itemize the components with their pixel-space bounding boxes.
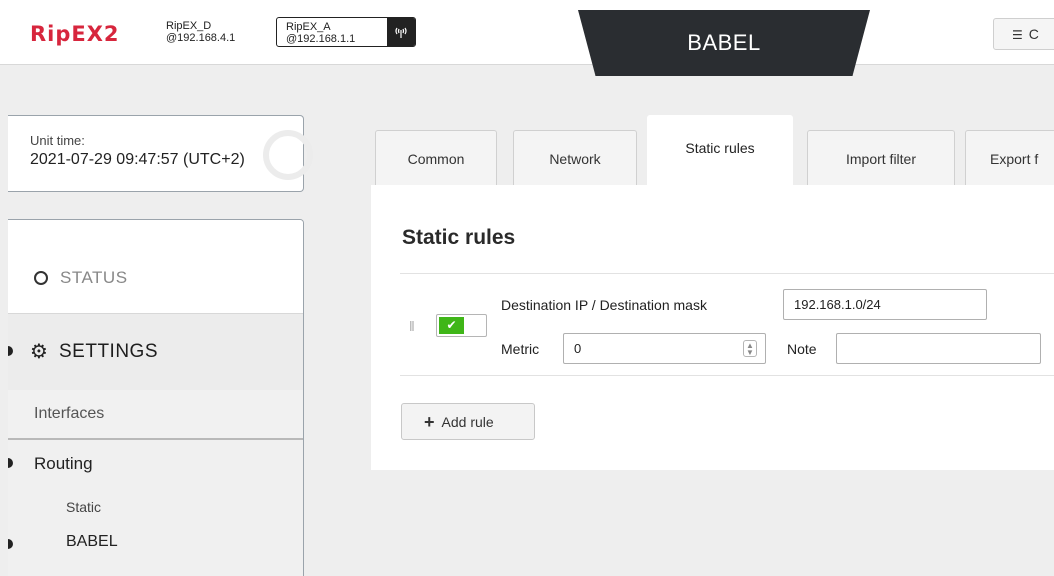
page-title-banner: BABEL (578, 10, 870, 76)
remote-unit-ip: @192.168.1.1 (286, 33, 356, 45)
gauge-icon (34, 271, 48, 285)
check-icon: ✔ (439, 317, 464, 334)
nav-settings-label: SETTINGS (59, 341, 159, 362)
nav-settings[interactable]: ⚙ SETTINGS (8, 314, 303, 390)
remote-unit-info: RipEX_A @192.168.1.1 (286, 21, 355, 45)
top-bar: RipEX2 RipEX_D @192.168.4.1 RipEX_A @192… (0, 0, 1054, 65)
remote-unit-name: RipEX_A (286, 21, 331, 33)
nav-status-label: STATUS (60, 268, 128, 287)
tab-static-rules[interactable]: Static rules (647, 115, 793, 186)
add-rule-label: Add rule (441, 414, 494, 430)
sidebar-item-routing[interactable]: Routing (8, 440, 303, 492)
expand-bullet-icon (8, 458, 13, 468)
destination-input[interactable]: 192.168.1.0/24 (783, 289, 987, 320)
sidebar-item-interfaces[interactable]: Interfaces (8, 390, 303, 440)
tab-network[interactable]: Network (513, 130, 637, 185)
note-input[interactable] (836, 333, 1041, 364)
sidebar-subitem-label: BABEL (66, 533, 118, 550)
add-rule-button[interactable]: + Add rule (401, 403, 535, 440)
tab-common[interactable]: Common (375, 130, 497, 185)
divider (400, 273, 1054, 274)
drag-handle-icon[interactable]: ‖ (409, 318, 417, 334)
ripex-logo: RipEX2 (30, 22, 120, 46)
antenna-icon (387, 18, 415, 46)
metric-label: Metric (501, 341, 540, 357)
tab-export-filter[interactable]: Export f (965, 130, 1054, 185)
remote-unit-button[interactable]: RipEX_A @192.168.1.1 (276, 17, 416, 47)
local-unit-ip: @192.168.4.1 (166, 32, 236, 44)
rule-enabled-toggle[interactable]: ✔ (436, 314, 487, 337)
divider (400, 375, 1054, 376)
active-bullet-icon (8, 539, 13, 549)
destination-label: Destination IP / Destination mask (501, 297, 707, 313)
stepper-arrows-icon[interactable]: ▲ ▼ (743, 340, 757, 357)
clock-watermark-icon (263, 130, 313, 180)
sidebar-item-label: Routing (34, 454, 93, 473)
page-title: BABEL (687, 30, 761, 55)
local-unit-info: RipEX_D @192.168.4.1 (166, 20, 235, 44)
unit-time-panel: Unit time: 2021-07-29 09:47:57 (UTC+2) (8, 115, 313, 192)
sidebar-item-label: Interfaces (34, 405, 105, 422)
sidebar-subitem-static[interactable]: Static (8, 492, 303, 526)
menu-button-label: C (1028, 26, 1039, 42)
gears-icon: ⚙ (30, 341, 48, 363)
menu-button[interactable]: ☰ C (993, 18, 1054, 50)
sidebar: STATUS ⚙ SETTINGS Interfaces Routing Sta… (8, 219, 304, 576)
note-label: Note (787, 341, 817, 357)
sidebar-subitem-label: Static (66, 499, 102, 515)
section-title: Static rules (402, 226, 516, 249)
expand-bullet-icon (8, 346, 13, 356)
local-unit-name: RipEX_D (166, 20, 212, 32)
metric-value: 0 (574, 341, 582, 356)
list-icon: ☰ (1012, 28, 1023, 42)
tab-import-filter[interactable]: Import filter (807, 130, 955, 185)
sidebar-subitem-babel[interactable]: BABEL (8, 526, 303, 560)
nav-status[interactable]: STATUS (8, 220, 303, 314)
metric-input[interactable]: 0 ▲ ▼ (563, 333, 766, 364)
unit-time-label: Unit time: (30, 133, 85, 148)
plus-icon: + (424, 412, 435, 432)
